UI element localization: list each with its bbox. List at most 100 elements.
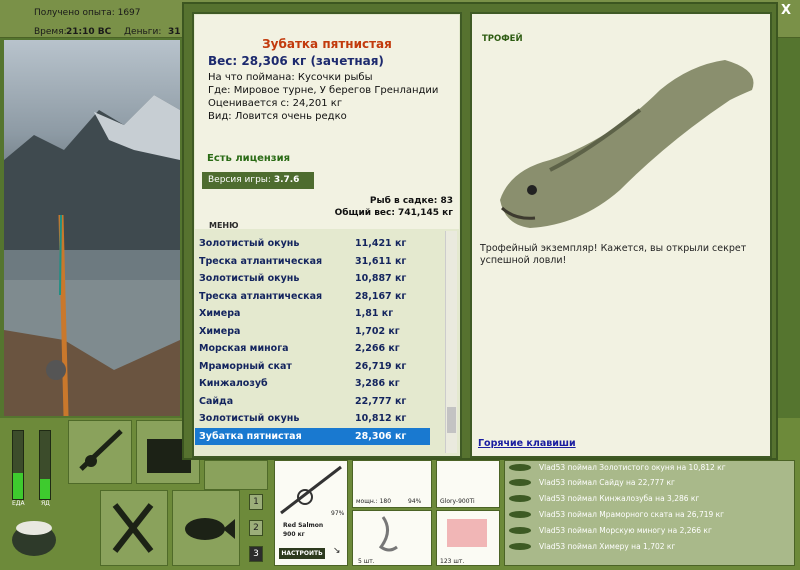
pot-icon[interactable] [8, 510, 60, 558]
trophy-text: Трофейный экземпляр! Кажется, вы открыли… [480, 243, 747, 266]
fish-valued: Оценивается с: 24,201 кг [208, 98, 343, 109]
catch-fish-name: Золотистый окунь [199, 273, 300, 284]
catch-fish-name: Морская минога [199, 343, 289, 354]
catch-list-row[interactable]: Золотистый окунь 11,421 кг [195, 235, 430, 252]
rod-line-name: Red Salmon [283, 522, 324, 529]
reel-percent: 94% [408, 498, 422, 505]
fish-location: Где: Мировое турне, У берегов Гренландии [208, 85, 439, 96]
fish-weight: Вес: 28,306 кг (зачетная) [208, 54, 384, 68]
food-label: ЕДА [12, 500, 25, 507]
catch-list-row[interactable]: Золотистый окунь 10,887 кг [195, 270, 430, 287]
fish-icon [185, 518, 235, 540]
fish-bait: На что поймана: Кусочки рыбы [208, 72, 373, 83]
catch-list-scrollbar[interactable] [445, 231, 457, 453]
log-row: Vlad53 поймал Золотистого окуня на 10,81… [509, 461, 795, 475]
cutlery-icon [112, 503, 154, 553]
catch-fish-weight: 2,266 кг [355, 343, 400, 354]
fish-icon [509, 479, 531, 486]
kitchen-tile[interactable] [100, 490, 168, 566]
fish-icon [509, 464, 531, 471]
version-label: Версия игры: [208, 175, 271, 185]
version-value: 3.7.6 [273, 175, 300, 185]
hotkeys-link[interactable]: Горячие клавиши [478, 438, 576, 449]
fish-icon [509, 527, 531, 534]
line-name: Glory-900Ti [440, 498, 475, 505]
close-button[interactable]: X [781, 3, 791, 18]
fish-icon [509, 543, 531, 550]
rod-percent: 97% [331, 510, 345, 517]
setup-button[interactable]: НАСТРОИТЬ [279, 548, 325, 559]
catch-fish-weight: 26,719 кг [355, 360, 407, 372]
fish-icon [509, 495, 531, 502]
total-weight: Общий вес: 741,145 кг [334, 208, 453, 218]
catch-fish-name: Золотистый окунь [199, 238, 300, 249]
fish-tile[interactable] [172, 490, 240, 566]
food-gauge [12, 430, 24, 500]
license-status: Есть лицензия [207, 153, 291, 164]
landscape-illustration [4, 95, 180, 416]
fish-icon [509, 511, 531, 518]
rod-line-weight: 900 кг [283, 531, 305, 538]
menu-button[interactable]: МЕНЮ [209, 221, 239, 230]
catch-log: Vlad53 поймал Золотистого окуня на 10,81… [504, 460, 795, 566]
catch-fish-weight: 28,306 кг [355, 430, 407, 442]
log-row: Vlad53 поймал Химеру на 1,702 кг [509, 540, 795, 554]
catch-fish-name: Золотистый окунь [199, 413, 300, 424]
fishing-scene[interactable] [4, 40, 180, 416]
log-row: Vlad53 поймал Морскую миногу на 2,266 кг [509, 524, 795, 538]
trophy-title: ТРОФЕЙ [482, 34, 523, 44]
catch-list-row[interactable]: Кинжалозуб 3,286 кг [195, 375, 430, 392]
catch-fish-name: Треска атлантическая [199, 255, 323, 267]
catch-fish-name: Мраморный скат [199, 360, 292, 372]
rods-tile[interactable] [68, 420, 132, 484]
time-label: Время: [34, 27, 67, 37]
keepnet-count: Рыб в садке: 83 [369, 196, 453, 206]
poison-label: ЯД [41, 500, 50, 507]
catch-fish-weight: 1,702 кг [355, 325, 400, 337]
catch-list-row[interactable]: Сайда 22,777 кг [195, 393, 430, 410]
catch-list-row[interactable]: Золотистый окунь 10,812 кг [195, 410, 430, 427]
rod-icon [79, 429, 123, 471]
catch-fish-weight: 10,887 кг [355, 273, 407, 284]
money-value: 31 [168, 27, 181, 37]
catch-fish-weight: 11,421 кг [355, 238, 407, 249]
log-row: Vlad53 поймал Кинжалозуба на 3,286 кг [509, 492, 795, 506]
catch-list-row[interactable]: Морская минога 2,266 кг [195, 340, 430, 357]
log-row: Vlad53 поймал Мраморного ската на 26,719… [509, 508, 795, 522]
slot-1-button[interactable]: 1 [249, 494, 263, 510]
catch-fish-weight: 10,812 кг [355, 413, 407, 424]
map-tile[interactable] [204, 460, 268, 490]
reel-power: мощн.: 180 [356, 498, 392, 505]
bait-count: 123 шт. [440, 558, 465, 565]
catch-fish-name: Химера [199, 325, 241, 337]
catch-fish-name: Сайда [199, 395, 234, 407]
catch-list-row[interactable]: Треска атлантическая 28,167 кг [195, 288, 430, 305]
trophy-fish-image [500, 60, 754, 228]
lure-count: 5 шт. [358, 558, 375, 565]
catch-list[interactable]: Золотистый окунь 11,421 кг Треска атлантич… [195, 231, 445, 453]
catch-fish-weight: 1,81 кг [355, 308, 394, 319]
experience-label: Получено опыта: 1697 [34, 8, 141, 18]
slot-3-button[interactable]: 3 [249, 546, 263, 562]
fish-chunks-icon [447, 519, 487, 547]
lure-icon [378, 516, 398, 552]
time-value: 21:10 ВС [66, 27, 112, 37]
catch-list-row[interactable]: Зубатка пятнистая 28,306 кг [195, 427, 430, 445]
version-box: Версия игры: 3.7.6 [202, 172, 314, 189]
catch-fish-weight: 28,167 кг [355, 290, 407, 302]
catch-list-row[interactable]: Химера 1,702 кг [195, 323, 430, 340]
catch-info-box: Зубатка пятнистая Вес: 28,306 кг (зачетн… [195, 15, 459, 230]
catch-fish-name: Кинжалозуб [199, 378, 268, 389]
catch-list-row[interactable]: Мраморный скат 26,719 кг [195, 358, 430, 375]
fish-title: Зубатка пятнистая [262, 37, 392, 51]
catch-list-row[interactable]: Химера 1,81 кг [195, 305, 430, 322]
money-label: Деньги: [124, 27, 162, 37]
catch-fish-weight: 31,611 кг [355, 255, 407, 267]
catch-fish-name: Химера [199, 308, 241, 319]
catch-fish-weight: 3,286 кг [355, 378, 400, 389]
catch-fish-name: Зубатка пятнистая [199, 430, 302, 442]
catch-list-row[interactable]: Треска атлантическая 31,611 кг [195, 253, 430, 270]
slot-2-button[interactable]: 2 [249, 520, 263, 536]
log-row: Vlad53 поймал Сайду на 22,777 кг [509, 476, 795, 490]
scrollbar-thumb[interactable] [447, 407, 456, 433]
